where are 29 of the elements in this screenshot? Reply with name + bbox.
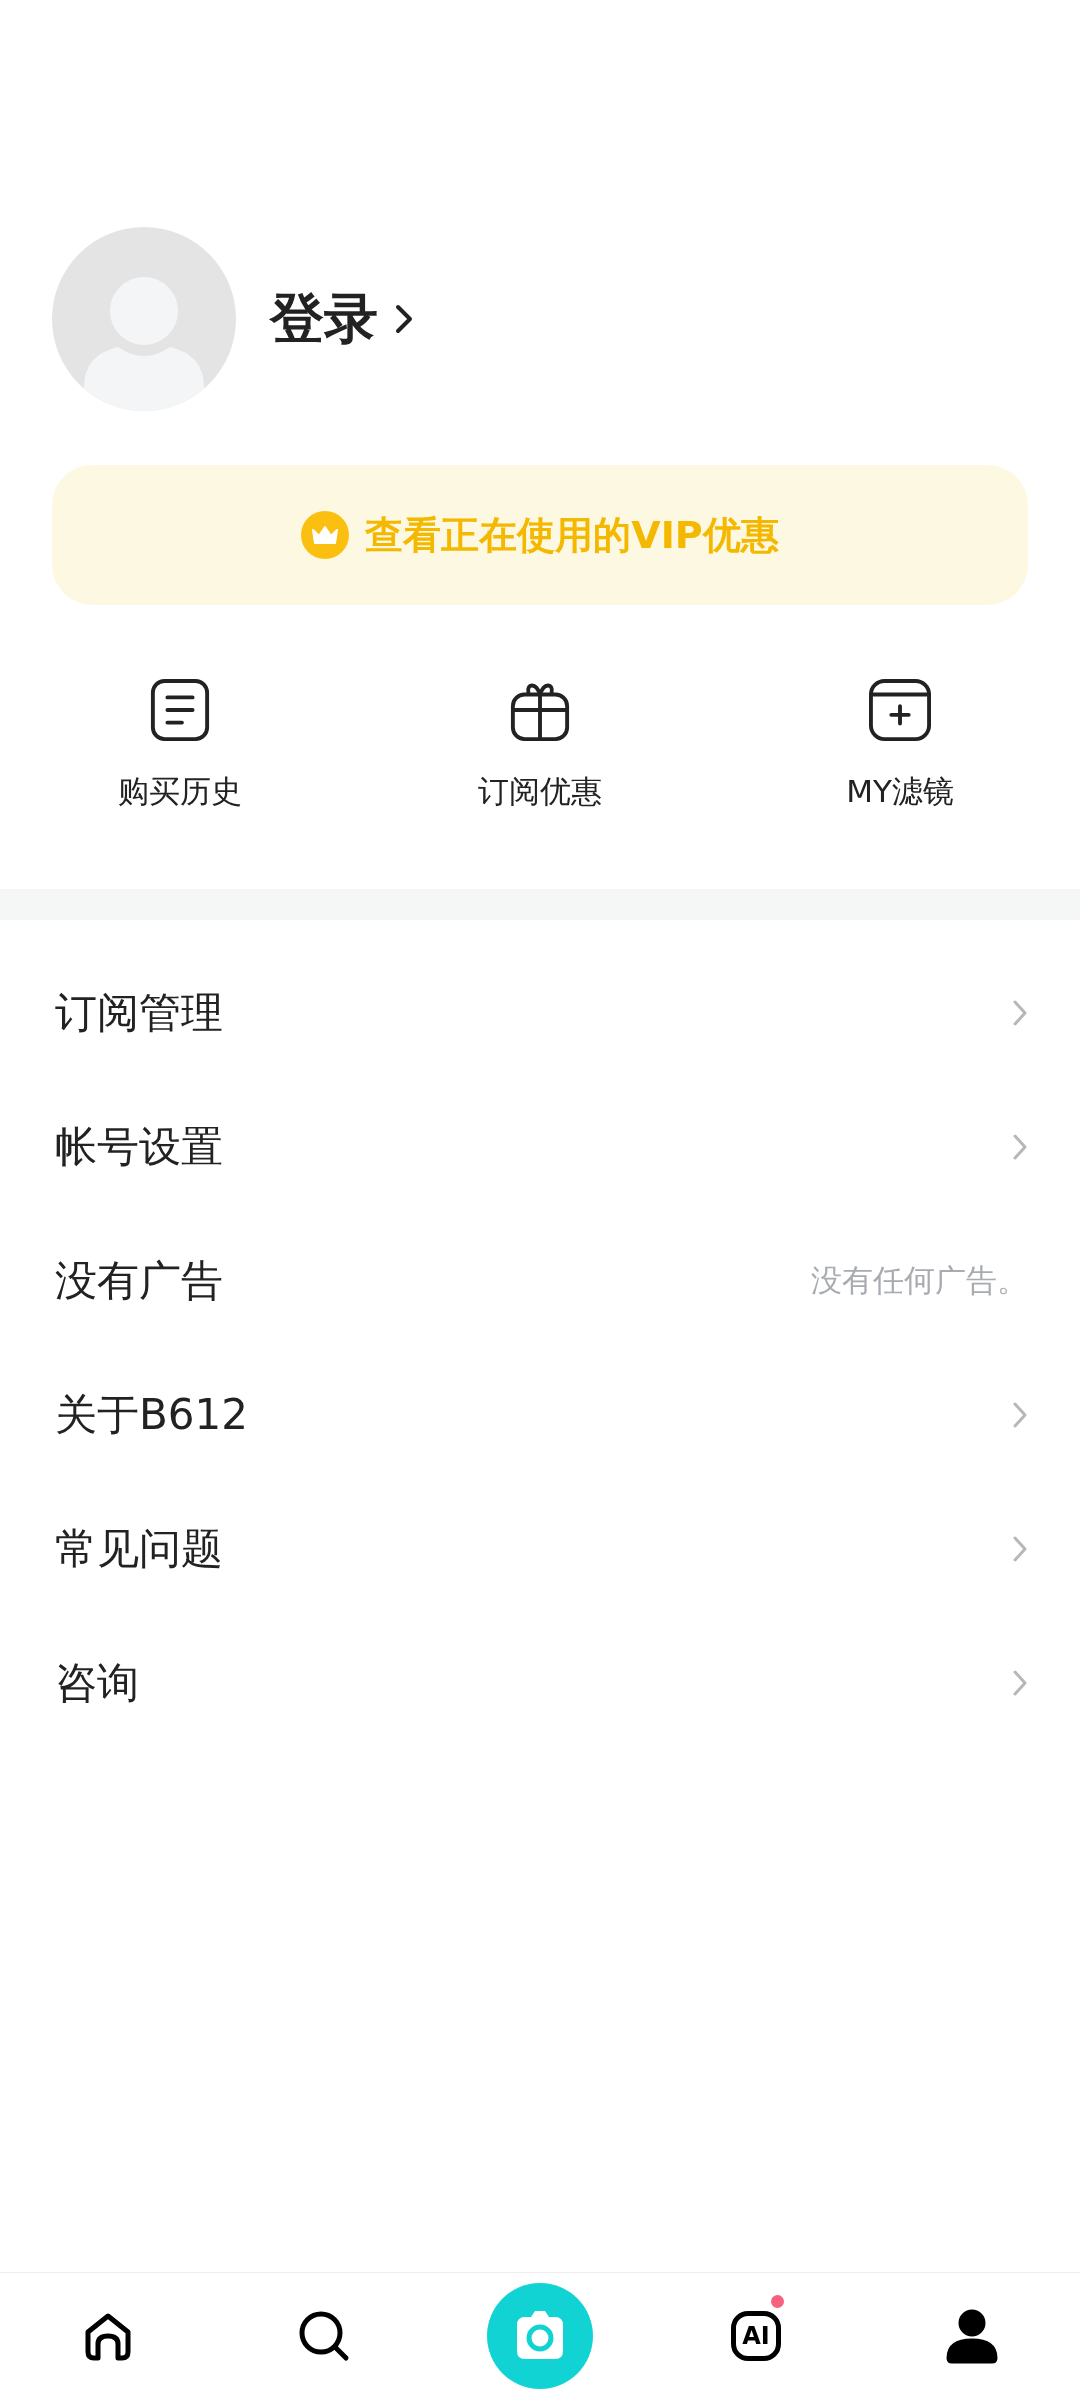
menu-item[interactable]: 订阅管理 <box>0 946 1080 1080</box>
menu-label: 没有广告 <box>55 1255 223 1307</box>
shortcut-button[interactable]: 订阅优惠 <box>360 679 720 813</box>
menu-item[interactable]: 关于B612 <box>0 1348 1080 1482</box>
crown-icon <box>301 511 350 559</box>
chevron-right-icon <box>394 303 414 335</box>
nav-tab[interactable]: AI <box>648 2273 864 2399</box>
login-link[interactable]: 登录 <box>270 282 414 356</box>
menu-label: 咨询 <box>55 1657 139 1709</box>
chevron-right-icon <box>1012 1535 1028 1563</box>
chevron-right-icon <box>1012 1669 1028 1697</box>
add-frame-icon <box>869 679 931 741</box>
document-icon <box>149 679 211 741</box>
ai-icon: AI <box>731 2311 781 2361</box>
menu-item[interactable]: 常见问题 <box>0 1482 1080 1616</box>
menu-label: 关于B612 <box>55 1389 248 1441</box>
menu-label: 常见问题 <box>55 1523 223 1575</box>
shortcut-button[interactable]: MY滤镜 <box>720 679 1080 813</box>
menu-item[interactable]: 咨询 <box>0 1616 1080 1750</box>
menu-label: 帐号设置 <box>55 1121 223 1173</box>
chevron-right-icon <box>1012 1133 1028 1161</box>
menu-item[interactable]: 没有广告 没有任何广告。 <box>0 1214 1080 1348</box>
shortcut-button[interactable]: 购买历史 <box>0 679 360 813</box>
vip-text: 查看正在使用的VIP优惠 <box>365 511 779 559</box>
menu-item[interactable]: 帐号设置 <box>0 1080 1080 1214</box>
menu-note: 没有任何广告。 <box>811 1261 1028 1300</box>
menu-label: 订阅管理 <box>55 987 223 1039</box>
chevron-right-icon <box>1012 1401 1028 1429</box>
chevron-right-icon <box>1012 999 1028 1027</box>
